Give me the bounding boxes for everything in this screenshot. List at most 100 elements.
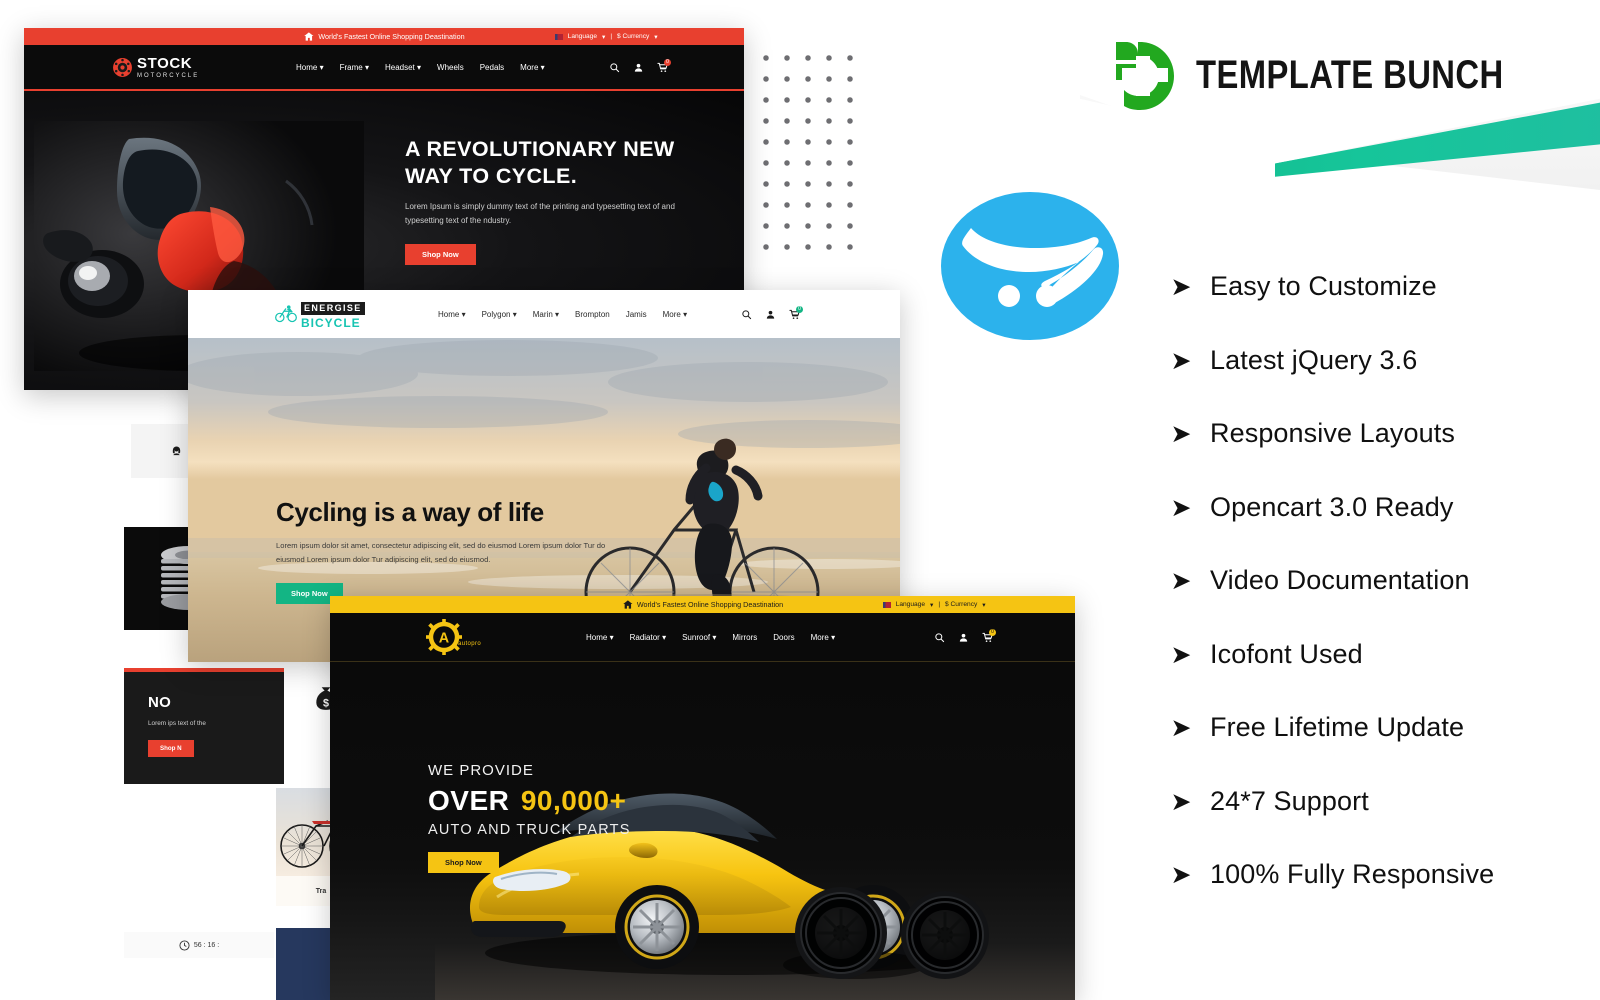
mock1-brand-sub: MOTORCYCLE <box>137 72 200 79</box>
nav-item-headset[interactable]: Headset ▾ <box>385 63 421 72</box>
mock2-hero-title: Cycling is a way of life <box>276 497 544 527</box>
feature-item: ➤ 24*7 Support <box>1168 765 1588 839</box>
mock3-language-selector[interactable]: Language <box>896 601 925 608</box>
cart-count-badge: 0 <box>664 58 671 66</box>
user-icon[interactable] <box>958 632 969 643</box>
feature-item: ➤ Opencart 3.0 Ready <box>1168 471 1588 545</box>
mock2-cart[interactable]: 0 <box>789 305 803 320</box>
mock1-shop-now-button[interactable]: Shop Now <box>405 243 476 265</box>
feature-item: ➤ Free Lifetime Update <box>1168 691 1588 765</box>
brand-banner-title: TEMPLATE BUNCH <box>1196 52 1505 97</box>
chevron-down-icon: ▾ <box>364 62 369 72</box>
arrow-bullet-icon: ➤ <box>1170 713 1192 743</box>
mock2-brand-name: ENERGISE <box>301 302 365 315</box>
chevron-down-icon: ▾ <box>555 309 560 319</box>
nav-item-home[interactable]: Home ▾ <box>296 63 324 72</box>
feature-label: Video Documentation <box>1210 565 1470 596</box>
mock3-hero-subline: AUTO AND TRUCK PARTS <box>428 822 631 838</box>
mock1-hero-copy: A REVOLUTIONARY NEW WAY TO CYCLE. Lorem … <box>405 136 705 265</box>
chevron-down-icon: ▾ <box>609 632 614 642</box>
mock1-hero-paragraph: Lorem Ipsum is simply dummy text of the … <box>405 201 675 225</box>
mock3-topbar-controls: Language ▾ | $ Currency ▾ <box>882 601 986 609</box>
cart-count-badge: 0 <box>796 305 803 313</box>
motorcycle-brake-disc-icon <box>113 57 132 77</box>
nav-item-mirrors[interactable]: Mirrors <box>732 633 757 642</box>
nav-item-pedals[interactable]: Pedals <box>480 63 504 72</box>
mock1-brand-logo[interactable]: STOCK MOTORCYCLE <box>112 56 199 79</box>
opencart-logo-circle <box>941 192 1119 340</box>
feature-label: Easy to Customize <box>1210 271 1437 302</box>
mock3-hero: WE PROVIDE OVER 90,000+ AUTO AND TRUCK P… <box>330 662 1075 1000</box>
mock1-topbar-separator: | <box>610 33 613 40</box>
arrow-bullet-icon: ➤ <box>1170 419 1192 449</box>
nav-item-more[interactable]: More ▾ <box>811 633 835 642</box>
mock3-hero-headline-yellow: 90,000+ <box>520 785 627 816</box>
mock1-currency-selector[interactable]: $ Currency <box>617 33 649 40</box>
chevron-down-icon: ▾ <box>654 33 658 41</box>
nav-item-more[interactable]: More ▾ <box>520 63 544 72</box>
feature-label: Latest jQuery 3.6 <box>1210 344 1418 375</box>
mock3-nav: Home ▾ Radiator ▾ Sunroof ▾ Mirrors Door… <box>586 633 835 642</box>
mock2-navbar: ENERGISE BICYCLE Home ▾ Polygon ▾ Marin … <box>188 290 900 338</box>
mock3-nav-icons: 0 <box>934 628 996 643</box>
search-icon[interactable] <box>741 309 752 320</box>
nav-item-frame[interactable]: Frame ▾ <box>340 63 369 72</box>
countdown-timer: 56 : 16 : <box>124 932 274 958</box>
nav-item-brompton[interactable]: Brompton <box>575 310 610 319</box>
mock3-cart[interactable]: 0 <box>982 628 996 643</box>
mock3-brand-logo[interactable]: A autopro <box>426 619 481 655</box>
chevron-down-icon: ▾ <box>540 62 545 72</box>
nav-item-jamis[interactable]: Jamis <box>626 310 647 319</box>
search-icon[interactable] <box>934 632 945 643</box>
chevron-down-icon: ▾ <box>602 33 606 41</box>
nav-item-wheels[interactable]: Wheels <box>437 63 464 72</box>
opencart-cart-icon <box>962 228 1104 307</box>
chevron-down-icon: ▾ <box>461 309 466 319</box>
nav-item-doors[interactable]: Doors <box>773 633 794 642</box>
user-icon[interactable] <box>633 62 644 73</box>
mock2-nav: Home ▾ Polygon ▾ Marin ▾ Brompton Jamis … <box>438 310 687 319</box>
mock1-cart[interactable]: 0 <box>657 58 671 73</box>
nav-item-marin[interactable]: Marin ▾ <box>533 310 559 319</box>
user-icon[interactable] <box>765 309 776 320</box>
mock2-brand-logo[interactable]: ENERGISE BICYCLE <box>275 298 365 330</box>
countdown-value: 56 : 16 : <box>193 941 220 949</box>
mock3-tagline: World's Fastest Online Shopping Deastina… <box>636 600 784 609</box>
chevron-down-icon: ▾ <box>319 62 324 72</box>
arrow-bullet-icon: ➤ <box>1170 272 1192 302</box>
mock1-topbar-controls: Language ▾ | $ Currency ▾ <box>554 33 658 41</box>
nav-item-more[interactable]: More ▾ <box>663 310 687 319</box>
home-icon <box>304 32 314 41</box>
nav-item-home[interactable]: Home ▾ <box>438 310 466 319</box>
mock1-language-selector[interactable]: Language <box>568 33 597 40</box>
chevron-down-icon: ▾ <box>512 309 517 319</box>
promo-banner-button[interactable]: Shop N <box>148 739 194 757</box>
nav-item-sunroof[interactable]: Sunroof ▾ <box>682 633 716 642</box>
poster-canvas: S 24 NO Lorem ips text of <box>0 0 1600 1000</box>
flag-icon <box>882 601 891 608</box>
mock3-hero-headline-white: OVER <box>428 785 510 816</box>
mock3-shop-now-button[interactable]: Shop Now <box>428 852 499 873</box>
cart-count-badge: 0 <box>989 628 996 636</box>
arrow-bullet-icon: ➤ <box>1170 345 1192 375</box>
flag-icon <box>554 33 563 40</box>
arrow-bullet-icon: ➤ <box>1170 492 1192 522</box>
feature-label: 100% Fully Responsive <box>1210 859 1495 890</box>
mock2-brand-sub: BICYCLE <box>301 316 361 331</box>
nav-item-polygon[interactable]: Polygon ▾ <box>482 310 517 319</box>
mock1-tagline: World's Fastest Online Shopping Deastina… <box>318 32 465 41</box>
arrow-bullet-icon: ➤ <box>1170 639 1192 669</box>
mock3-hero-kicker: WE PROVIDE <box>428 762 534 779</box>
dot-grid-decoration <box>763 55 867 263</box>
search-icon[interactable] <box>609 62 620 73</box>
mockup-autopro: World's Fastest Online Shopping Deastina… <box>330 596 1075 1000</box>
feature-label: 24*7 Support <box>1210 785 1369 816</box>
mock1-topbar: World's Fastest Online Shopping Deastina… <box>24 28 744 45</box>
promo-banner: NO Lorem ips text of the Shop N <box>124 668 284 784</box>
nav-item-radiator[interactable]: Radiator ▾ <box>630 633 667 642</box>
mock3-currency-selector[interactable]: $ Currency <box>945 601 977 608</box>
nav-item-home[interactable]: Home ▾ <box>586 633 614 642</box>
mock3-hero-copy: WE PROVIDE OVER 90,000+ AUTO AND TRUCK P… <box>428 762 728 873</box>
promo-banner-text: Lorem ips text of the <box>148 720 206 727</box>
feature-item: ➤ Responsive Layouts <box>1168 397 1588 471</box>
